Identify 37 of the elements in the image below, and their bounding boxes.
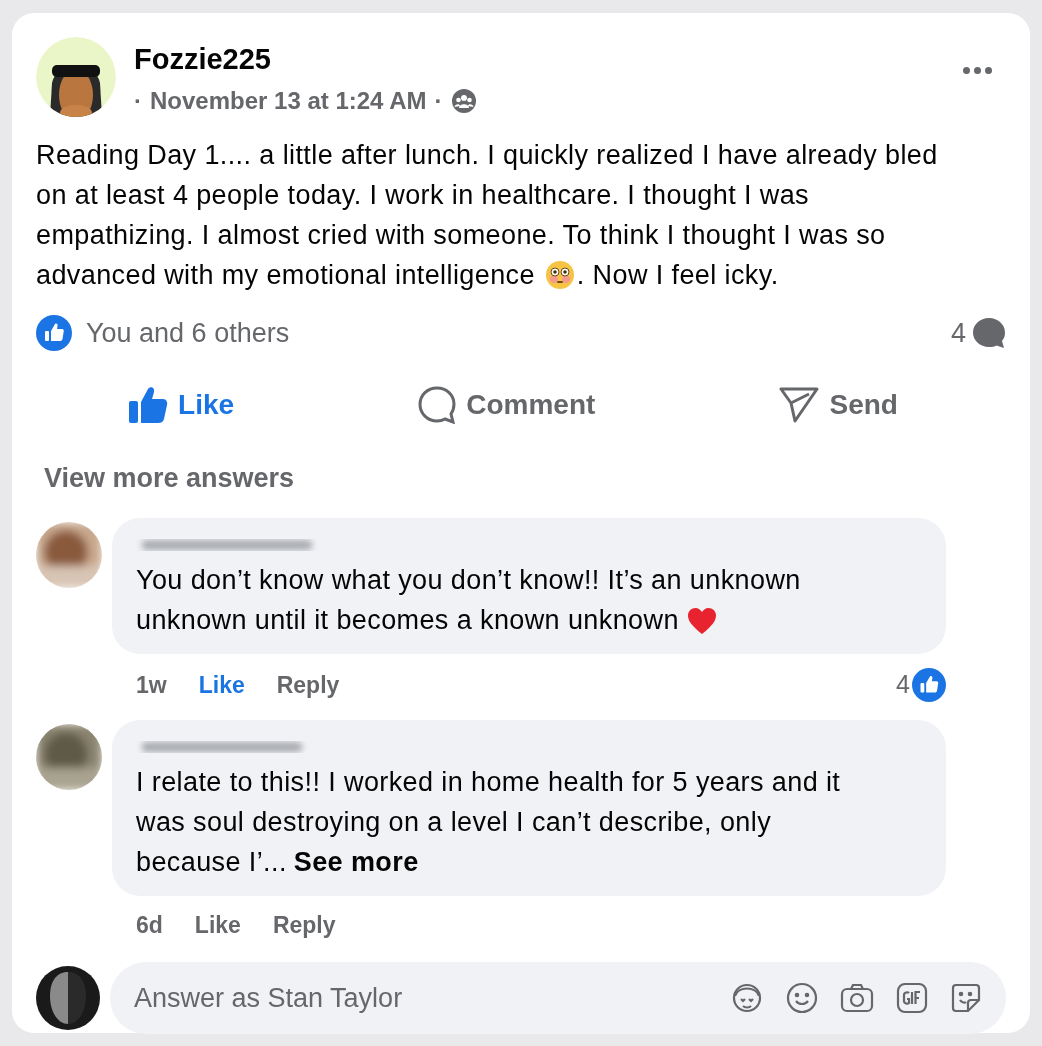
see-more-link[interactable]: See more bbox=[293, 846, 419, 877]
like-reaction-icon bbox=[36, 315, 72, 352]
meta-separator: · bbox=[134, 86, 142, 116]
comment-time[interactable]: 1w bbox=[136, 667, 167, 702]
comment-time[interactable]: 6d bbox=[136, 907, 163, 942]
post-action-button[interactable]: Comment bbox=[410, 379, 604, 430]
reactions-summary[interactable]: You and 6 others bbox=[86, 313, 290, 354]
group-audience-icon bbox=[450, 88, 477, 114]
comment-bubble-icon bbox=[972, 317, 1006, 350]
view-more-answers-link[interactable]: View more answers bbox=[44, 457, 295, 498]
comment-like-link[interactable]: Like bbox=[198, 667, 245, 702]
thumbs-up-icon bbox=[128, 385, 169, 424]
comment-like-link[interactable]: Like bbox=[194, 907, 241, 942]
meta-separator: · bbox=[434, 86, 443, 116]
flushed-face-emoji-icon bbox=[544, 260, 575, 290]
author-name[interactable]: Fozzie225 bbox=[134, 39, 477, 79]
post-text: Reading Day 1.... a little after lunch. I quickly realized I have already bled on at least 4 people today. I work in healthcare. I thought I was empathizing. I almost cried with someone. To think I thought I was so advanced with my emotional intelligence . Now I feel icky. bbox=[36, 139, 939, 292]
comment-input-field[interactable]: Answer as Stan Taylor bbox=[110, 962, 1006, 1034]
comment-reply-link[interactable]: Reply bbox=[272, 907, 336, 942]
comment-reaction-count: 4 bbox=[896, 669, 910, 700]
post-action-button[interactable]: Like bbox=[120, 379, 243, 430]
speech-bubble-icon bbox=[418, 385, 457, 424]
post-time[interactable]: November 13 at 1:24 AM bbox=[150, 83, 427, 119]
smiley-icon[interactable] bbox=[786, 982, 818, 1014]
post-action-button[interactable]: Send bbox=[771, 379, 906, 430]
comment-input[interactable]: Answer as Stan Taylor bbox=[134, 977, 730, 1019]
comment-text: I relate to this!! I worked in home health for 5 years and it was soul destroying on a level I can’t describe, only because I’... See more bbox=[136, 765, 842, 879]
camera-icon[interactable] bbox=[840, 983, 874, 1013]
gif-icon[interactable] bbox=[896, 982, 928, 1014]
comment-count[interactable]: 4 bbox=[950, 313, 966, 354]
heart-emoji-icon bbox=[686, 607, 717, 635]
comment-text: You don’t know what you don’t know!! It’s an unknown unknown until it becomes a known unknown bbox=[136, 564, 802, 637]
comment-reply-link[interactable]: Reply bbox=[276, 667, 340, 702]
sticker-icon[interactable] bbox=[950, 982, 982, 1014]
like-reaction-icon bbox=[912, 667, 946, 702]
send-icon bbox=[779, 385, 820, 424]
avatar-sticker-icon[interactable] bbox=[730, 981, 764, 1015]
